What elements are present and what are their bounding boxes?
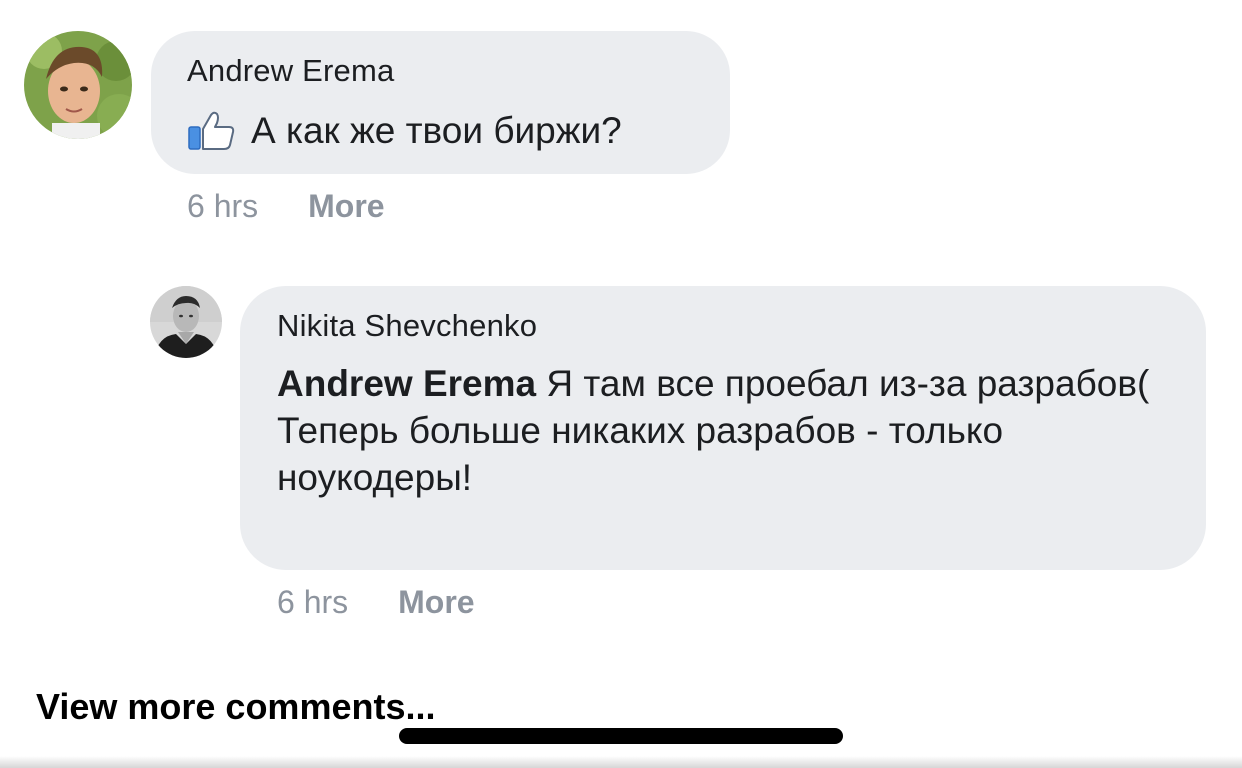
more-button[interactable]: More: [308, 188, 384, 225]
avatar-andrew-erema[interactable]: [24, 31, 132, 139]
comment-meta: 6 hrs More: [277, 584, 475, 621]
comment-author[interactable]: Andrew Erema: [187, 53, 394, 89]
comment-body-line-2: Теперь больше никаких разрабов - только …: [277, 410, 1004, 498]
comment-body-line-1: Я там все проебал из-за разрабов(: [536, 363, 1150, 404]
comment-bubble[interactable]: Nikita Shevchenko Andrew Erema Я там все…: [240, 286, 1206, 570]
view-more-comments-link[interactable]: View more comments...: [36, 686, 435, 728]
comment-author[interactable]: Nikita Shevchenko: [277, 308, 537, 344]
home-indicator[interactable]: [399, 728, 843, 744]
comment-text: А как же твои биржи?: [187, 107, 622, 154]
avatar-nikita-shevchenko[interactable]: [150, 286, 222, 358]
avatar-image: [150, 286, 222, 358]
more-button[interactable]: More: [398, 584, 474, 621]
comment-meta: 6 hrs More: [187, 188, 385, 225]
avatar-image: [24, 31, 132, 139]
comment-timestamp[interactable]: 6 hrs: [187, 188, 258, 225]
comment-text: Andrew Erema Я там все проебал из-за раз…: [277, 360, 1177, 501]
thumbs-up-icon: [187, 111, 237, 151]
bottom-divider: [0, 756, 1242, 768]
comment-bubble[interactable]: Andrew Erema А как же твои биржи?: [151, 31, 730, 174]
mention-link[interactable]: Andrew Erema: [277, 363, 536, 404]
comment-body: А как же твои биржи?: [251, 110, 622, 151]
comment-timestamp[interactable]: 6 hrs: [277, 584, 348, 621]
